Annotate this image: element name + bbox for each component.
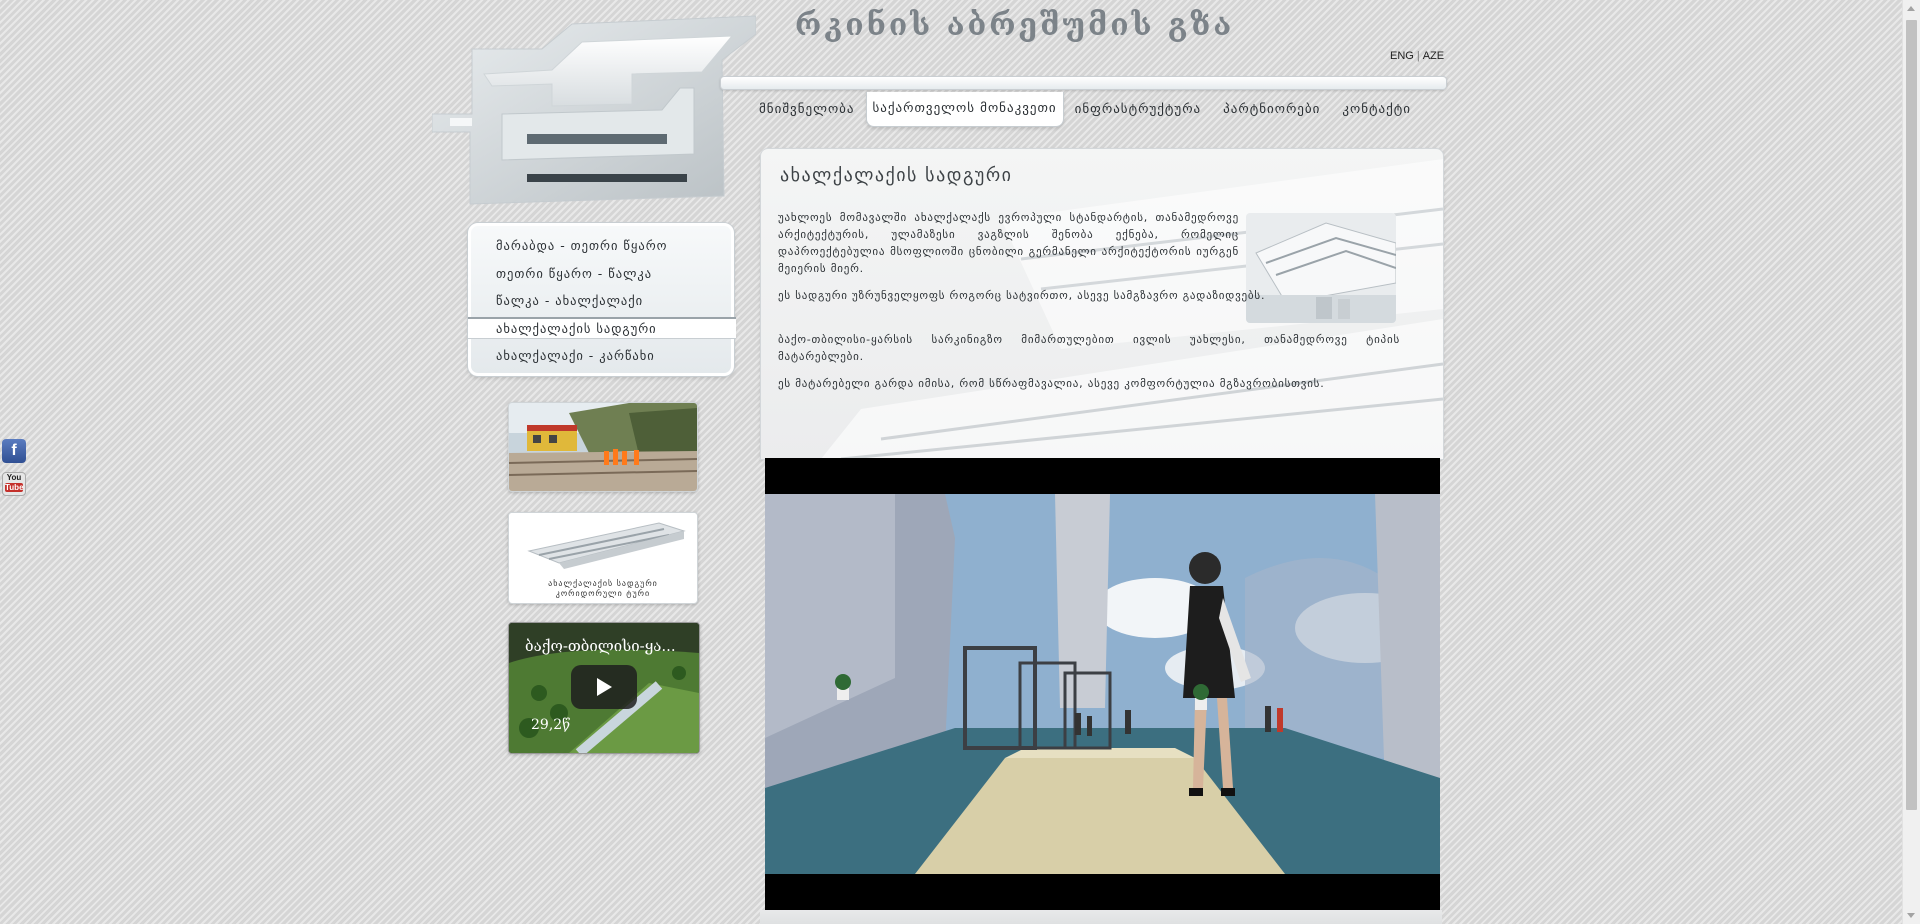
nav-item-contact[interactable]: კონტაქტი [1331,92,1422,127]
nav-item-importance[interactable]: მნიშვნელობა [748,92,866,127]
sidebar-item-tetritskaro-tsalka[interactable]: თეთრი წყარო - წალკა [496,266,652,281]
youtube-video-thumbnail[interactable]: ბაქო-თბილისი-ყა... 29,2წ [508,622,700,754]
scroll-down-icon[interactable] [1903,907,1920,924]
station-thumbnail-caption-1: ახალქალაქის სადგური [548,579,658,588]
video-date: 29,2წ [531,717,571,733]
content-paragraph-1: უახლოეს მომავალში ახალქალაქს ევროპული სტ… [778,211,1239,275]
main-nav: მნიშვნელობა საქართველოს მონაკვეთი ინფრას… [748,90,1422,128]
content-bottom-strip [760,910,1442,924]
content-paragraph-3: ბაქო-თბილისი-ყარსის სარკინიგზო მიმართულე… [778,333,1400,363]
lang-separator: | [1416,50,1420,62]
sidebar-item-akhalkalaki-station[interactable]: ახალქალაქის სადგური [468,317,736,339]
header-rail [720,76,1447,90]
nav-item-infrastructure[interactable]: ინფრასტრუქტურა [1064,92,1213,127]
station-render-image[interactable] [1246,213,1396,323]
site-logo[interactable] [431,14,757,206]
nav-item-georgian-section[interactable]: საქართველოს მონაკვეთი [865,91,1064,127]
station-video-player[interactable] [765,458,1440,910]
site-title: რკინის აბრეშუმის გზა [795,8,1235,43]
content-paragraph-4: ეს მატარებელი გარდა იმისა, რომ სწრაფმავა… [778,377,1325,390]
content-panel: ახალქალაქის სადგური უახლოეს მომავალში ახ… [760,148,1444,460]
sidebar-menu: მარაბდა - თეთრი წყარო თეთრი წყარო - წალკ… [468,223,736,376]
youtube-icon[interactable]: You Tube [2,472,26,496]
scrollbar-thumb[interactable] [1906,20,1917,810]
railway-works-photo[interactable] [508,402,698,492]
page-scrollbar[interactable] [1902,0,1920,924]
page-title: ახალქალაქის სადგური [780,165,1013,186]
youtube-icon-top: You [6,473,22,482]
play-icon[interactable] [571,665,637,709]
youtube-icon-bottom: Tube [5,483,24,492]
content-paragraph-2: ეს სადგური უზრუნველყოფს როგორც სატვირთო,… [778,289,1266,302]
facebook-icon[interactable]: f [2,439,26,463]
station-tour-thumbnail[interactable]: ახალქალაქის სადგური კორიდორული ტური [508,512,698,604]
sidebar-item-akhalkalaki-kartsakhi[interactable]: ახალქალაქი - კარწახი [496,348,655,363]
nav-item-partners[interactable]: პარტნიორები [1212,92,1331,127]
video-title: ბაქო-თბილისი-ყა... [525,637,676,655]
lang-eng-link[interactable]: ENG [1390,50,1414,62]
sidebar-item-tsalka-akhalkalaki[interactable]: წალკა - ახალქალაქი [496,293,643,308]
scroll-up-icon[interactable] [1903,0,1920,17]
station-thumbnail-caption-2: კორიდორული ტური [555,589,651,598]
sidebar-item-marabda-tetritskaro[interactable]: მარაბდა - თეთრი წყარო [496,238,668,253]
lang-aze-link[interactable]: AZE [1423,50,1444,62]
language-switcher: ENG | AZE [1390,50,1444,62]
